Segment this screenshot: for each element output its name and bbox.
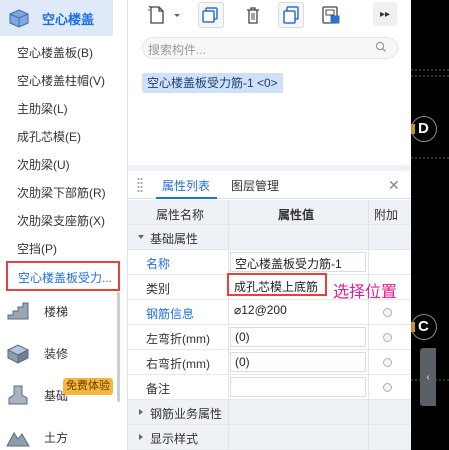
tab-property-list[interactable]: 属性列表	[162, 177, 210, 194]
axis-label-c: C	[418, 318, 429, 335]
more-button[interactable]: ▸▸	[373, 2, 397, 26]
category-earthwork[interactable]: 土方	[0, 420, 113, 450]
property-value-left-bend[interactable]: (0)	[230, 327, 366, 347]
column-separator[interactable]	[228, 200, 229, 450]
active-tab-indicator	[156, 197, 217, 199]
property-value-rebar-info[interactable]: ⌀12@200	[230, 301, 366, 321]
category-header-label: 空心楼盖	[42, 11, 95, 27]
duplicate-button[interactable]	[278, 2, 304, 28]
property-value-name[interactable]: 空心楼盖板受力筋-1	[230, 252, 366, 272]
sidebar-item-secondary-rib-support[interactable]: 次肋梁支座筋(X)	[17, 212, 105, 232]
property-value-right-bend[interactable]: (0)	[230, 352, 366, 372]
category-stairs[interactable]: 楼梯	[0, 294, 113, 328]
foundation-icon	[8, 385, 28, 405]
copy-icon	[202, 7, 218, 23]
sidebar-item-secondary-rib[interactable]: 次肋梁(U)	[17, 156, 70, 176]
property-category-label: 类别	[146, 282, 171, 296]
copy-button[interactable]	[198, 2, 224, 28]
property-name-label[interactable]: 名称	[146, 255, 170, 272]
component-sidebar: 空心楼盖 空心楼盖板(B) 空心楼盖柱帽(V) 主肋梁(L) 成孔芯模(E) 次…	[0, 0, 128, 450]
close-icon[interactable]: ✕	[388, 177, 400, 194]
section-rebar-business-title: 钢筋业务属性	[150, 407, 223, 421]
chevron-left-icon: ‹	[426, 371, 430, 383]
more-icon: ▸▸	[379, 8, 391, 20]
sidebar-item-hole-core[interactable]: 成孔芯模(E)	[17, 128, 81, 148]
extra-radio-rebar-info[interactable]	[383, 308, 392, 317]
property-left-bend-label: 左弯折(mm)	[146, 332, 210, 346]
extra-radio-remark[interactable]	[383, 383, 392, 392]
sidebar-item-slab-rebar[interactable]: 空心楼盖板受力...	[6, 261, 120, 291]
annotation-select-position: 选择位置	[333, 284, 398, 301]
component-list-item-selected[interactable]: 空心楼盖板受力筋-1 <0>	[142, 73, 283, 93]
property-value-remark[interactable]	[230, 377, 366, 397]
section-basic-title: 基础属性	[150, 232, 199, 246]
highlight-category-value	[227, 273, 327, 296]
category-decoration[interactable]: 装修	[0, 336, 113, 370]
free-trial-badge[interactable]: 免费体验	[63, 378, 113, 395]
duplicate-icon	[283, 6, 299, 24]
drag-handle-icon[interactable]	[137, 177, 143, 193]
expand-triangle-icon	[139, 409, 143, 415]
delete-icon[interactable]	[242, 4, 264, 26]
category-stairs-label: 楼梯	[44, 304, 69, 319]
sidebar-item-main-rib-beam[interactable]: 主肋梁(L)	[17, 100, 68, 120]
sidebar-item-secondary-rib-bottom[interactable]: 次肋梁下部筋(R)	[17, 184, 106, 204]
sidebar-item-hollow-slab[interactable]: 空心楼盖板(B)	[17, 44, 93, 64]
earthwork-icon	[6, 432, 30, 447]
header-property-name: 属性名称	[156, 208, 205, 222]
sidebar-scrollbar[interactable]	[117, 292, 120, 402]
collapse-triangle-icon	[138, 235, 144, 239]
property-rebar-info-label[interactable]: 钢筋信息	[146, 305, 194, 322]
sidebar-item-column-cap[interactable]: 空心楼盖柱帽(V)	[17, 72, 105, 92]
new-icon[interactable]	[146, 4, 168, 26]
category-earthwork-label: 土方	[44, 430, 69, 445]
decoration-icon	[6, 344, 30, 364]
cube-icon	[9, 9, 29, 28]
search-placeholder: 搜索构件...	[148, 43, 207, 57]
header-property-value: 属性值	[278, 208, 315, 222]
column-separator[interactable]	[368, 200, 369, 450]
axis-label-d: D	[418, 120, 429, 137]
property-remark-label: 备注	[146, 382, 171, 396]
chevron-down-icon[interactable]	[172, 10, 182, 20]
tab-layer-management[interactable]: 图层管理	[231, 177, 279, 194]
header-extra: 附加	[374, 208, 399, 222]
category-decoration-label: 装修	[44, 346, 69, 361]
expand-triangle-icon	[139, 434, 143, 440]
extra-radio-left-bend[interactable]	[383, 333, 392, 342]
extra-radio-right-bend[interactable]	[383, 358, 392, 367]
stairs-icon	[7, 302, 29, 320]
property-right-bend-label: 右弯折(mm)	[146, 357, 210, 371]
category-header-hollow-slab[interactable]: 空心楼盖	[0, 0, 113, 36]
search-icon[interactable]	[375, 41, 387, 53]
layer-copy-icon[interactable]	[320, 4, 342, 26]
sidebar-item-gap[interactable]: 空挡(P)	[17, 240, 57, 260]
collapse-panel-button[interactable]: ‹	[420, 348, 436, 406]
section-display-style-title: 显示样式	[150, 432, 199, 446]
